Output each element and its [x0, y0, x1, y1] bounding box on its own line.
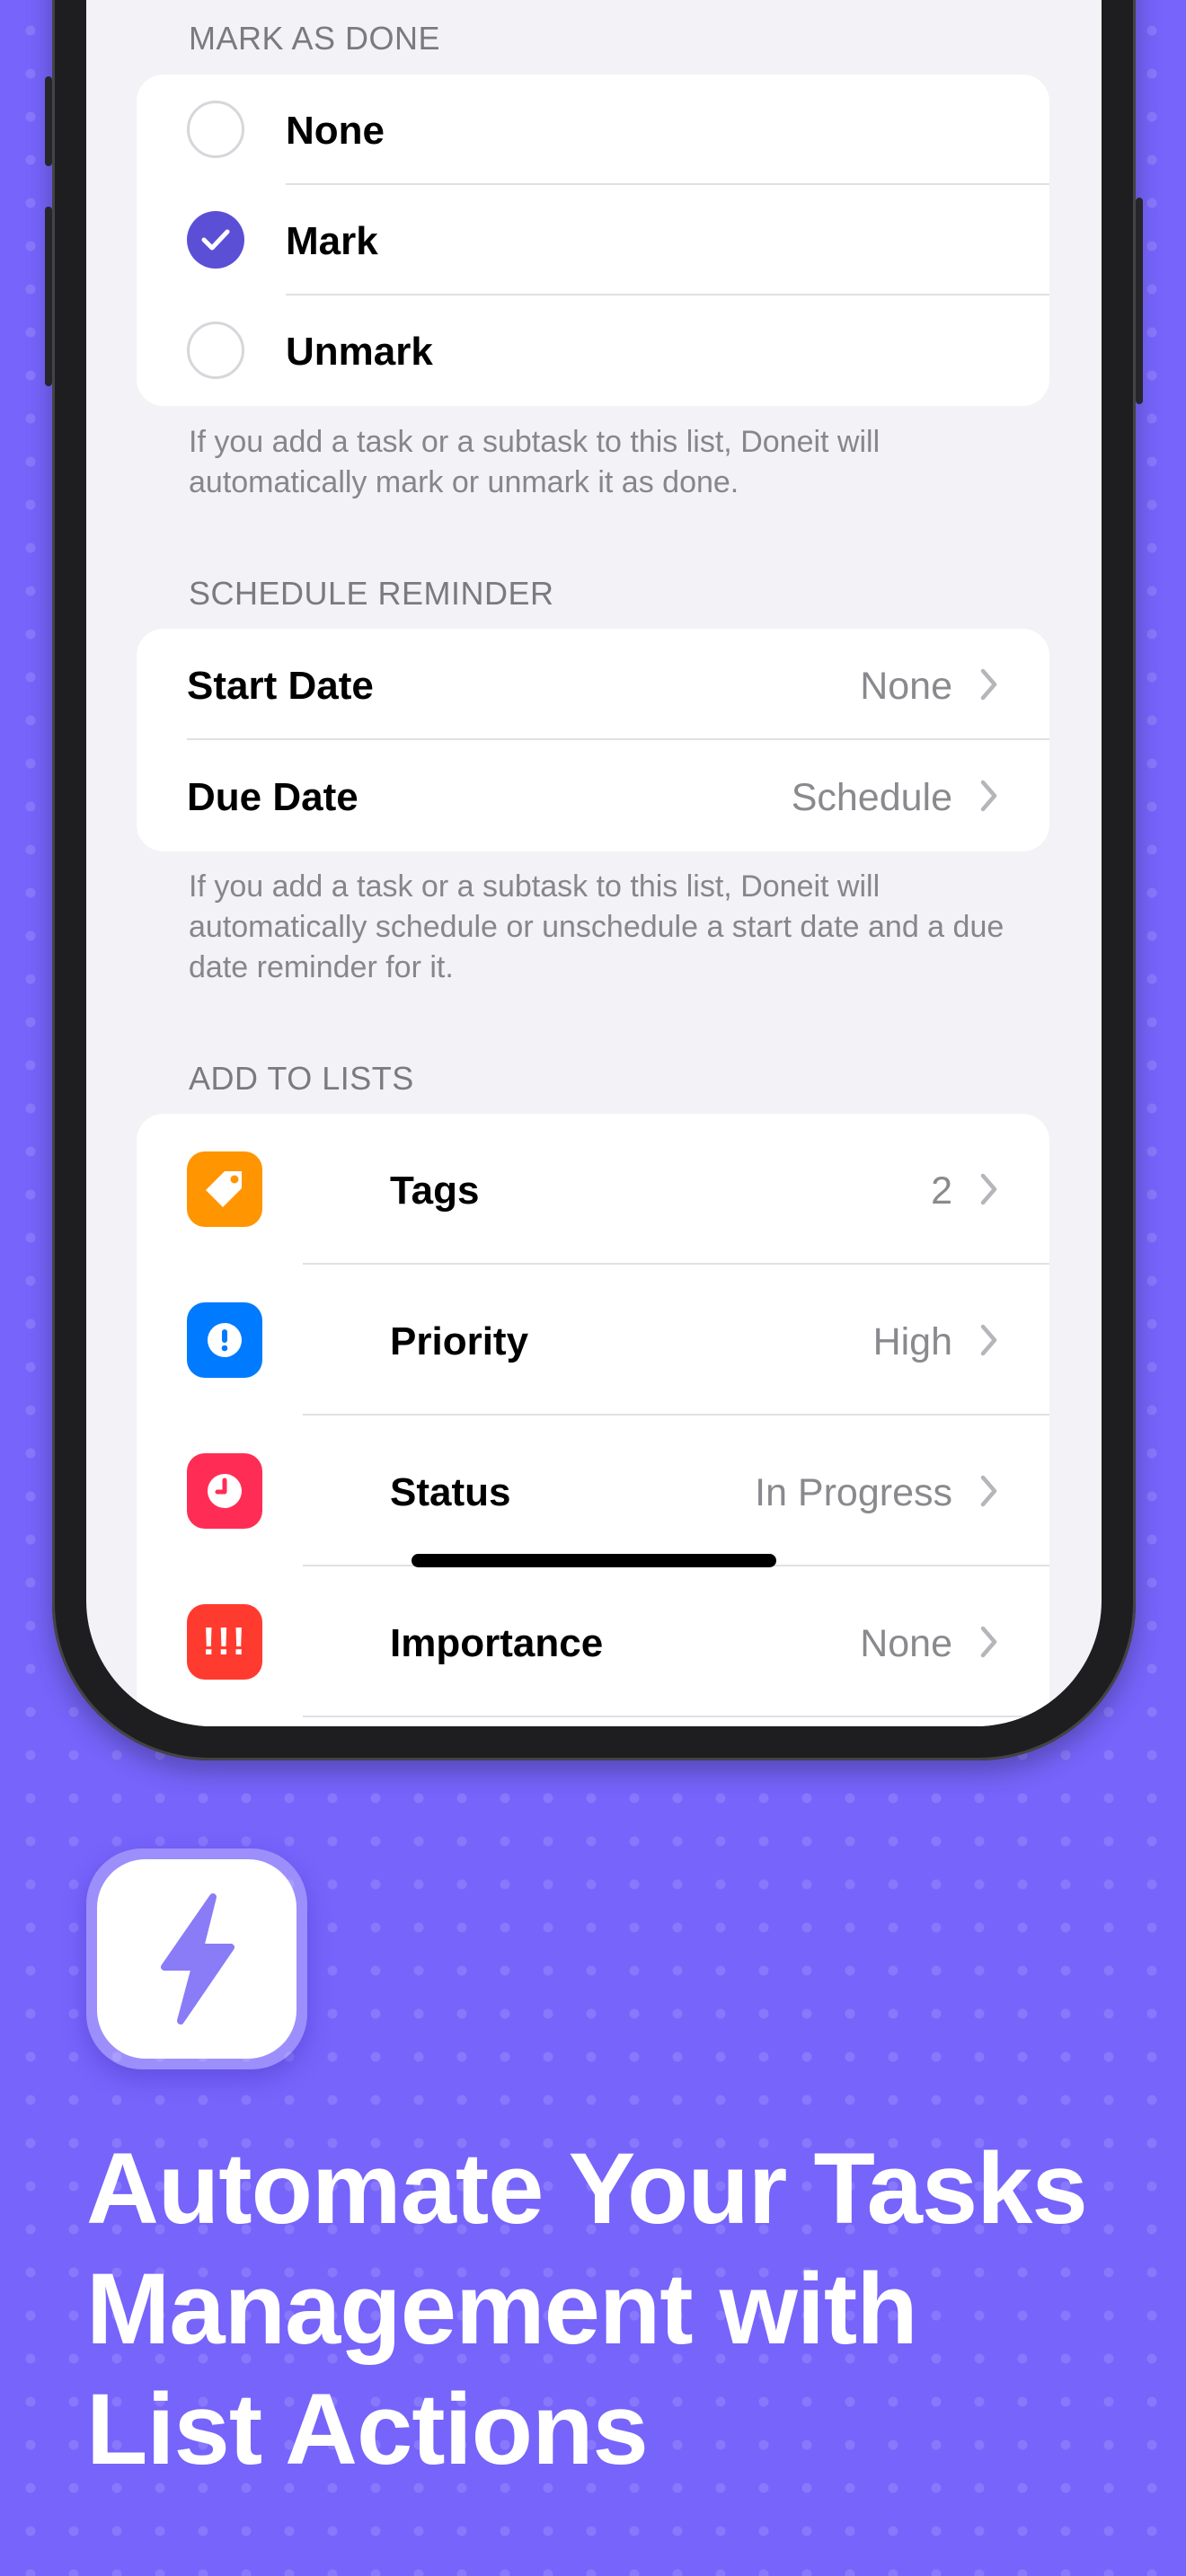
clock-icon [187, 1453, 262, 1529]
lightning-bolt-icon [161, 1893, 235, 2025]
status-row[interactable]: Status In Progress [137, 1416, 1049, 1566]
row-label: Importance [390, 1621, 604, 1665]
headline-line: Automate Your Tasks [86, 2132, 1088, 2245]
row-value: None [860, 1622, 952, 1665]
row-label: Priority [390, 1319, 529, 1363]
exclamation-circle-icon [187, 1302, 262, 1378]
row-label: Status [390, 1470, 511, 1514]
mark-as-done-group: None Mark Unmark [137, 75, 1049, 406]
phone-side-button-left-1 [45, 76, 52, 166]
importance-row[interactable]: !!! Importance None [137, 1566, 1049, 1717]
row-label: Due Date [187, 775, 358, 819]
row-label: Start Date [187, 664, 374, 708]
checkmark-icon [201, 229, 230, 251]
mark-as-done-footer: If you add a task or a subtask to this l… [189, 425, 881, 499]
option-row-none[interactable]: None [137, 75, 1049, 185]
chevron-right-icon [980, 1626, 997, 1658]
row-label: Tags [390, 1169, 480, 1213]
row-value: 2 [931, 1169, 952, 1213]
triple-exclamation-icon: !!! [187, 1604, 262, 1680]
option-label: Unmark [286, 330, 433, 374]
chevron-right-icon [980, 1324, 997, 1356]
option-row-unmark[interactable]: Unmark [137, 296, 1049, 406]
row-value: None [860, 665, 952, 708]
due-date-row[interactable]: Due Date Schedule [137, 740, 1049, 851]
option-label: None [286, 109, 385, 153]
start-date-row[interactable]: Start Date None [137, 629, 1049, 740]
radio-unchecked-icon[interactable] [187, 322, 244, 379]
row-value: High [872, 1320, 952, 1363]
priority-row[interactable]: Priority High [137, 1265, 1049, 1416]
add-to-lists-group: Tags 2 Priority High Status In Progress … [137, 1114, 1049, 1726]
section-header-mark-as-done: MARK AS DONE [189, 20, 441, 57]
phone-side-button-left-2 [45, 207, 52, 386]
schedule-reminder-footer: If you add a task or a subtask to this l… [189, 869, 1005, 984]
triple-exclamation-glyph: !!! [202, 1619, 247, 1663]
app-icon-badge [86, 1848, 307, 2069]
phone-side-button-right [1136, 198, 1143, 404]
promo-headline: Automate Your Tasks Management with List… [86, 2129, 1146, 2490]
phone-frame: MARK AS DONE None Mark Unmark If you add… [45, 0, 1143, 1760]
chevron-right-icon [980, 1475, 997, 1507]
row-divider [303, 1716, 1049, 1717]
app-icon-inner [97, 1859, 296, 2059]
phone-screen: MARK AS DONE None Mark Unmark If you add… [86, 0, 1102, 1726]
schedule-reminder-group: Start Date None Due Date Schedule [137, 629, 1049, 851]
section-header-schedule-reminder: SCHEDULE REMINDER [189, 575, 554, 612]
tags-row[interactable]: Tags 2 [137, 1114, 1049, 1265]
option-row-mark[interactable]: Mark [137, 185, 1049, 296]
tag-icon [187, 1151, 262, 1227]
radio-checked-icon[interactable] [187, 211, 244, 269]
row-value: In Progress [755, 1471, 952, 1514]
headline-line: List Actions [86, 2373, 649, 2485]
home-indicator[interactable] [412, 1554, 776, 1567]
section-header-add-to-lists: ADD TO LISTS [189, 1060, 414, 1097]
headline-line: Management with [86, 2253, 918, 2365]
chevron-right-icon [980, 668, 997, 701]
radio-unchecked-icon[interactable] [187, 101, 244, 158]
row-value: Schedule [791, 776, 952, 819]
chevron-right-icon [980, 1173, 997, 1205]
option-label: Mark [286, 219, 378, 263]
chevron-right-icon [980, 780, 997, 812]
